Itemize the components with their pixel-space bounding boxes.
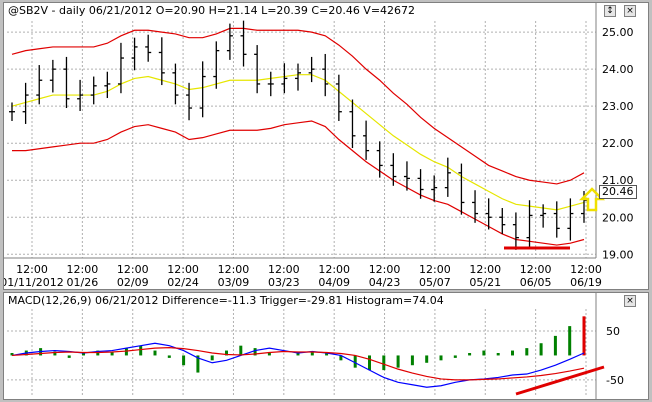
macd-chart: 50 -50 — [7, 293, 624, 399]
histogram-bar — [439, 355, 443, 361]
histogram-bar — [267, 353, 271, 356]
x-tick-time: 12:00 — [67, 263, 99, 276]
x-tick-date: 06/19 — [570, 276, 602, 289]
x-tick-time: 12:00 — [469, 263, 501, 276]
x-tick-date: 04/23 — [369, 276, 401, 289]
y-tick-label: 25.00 — [602, 26, 634, 39]
x-tick-date: 02/24 — [167, 276, 199, 289]
close-icon[interactable]: × — [624, 295, 636, 307]
histogram-bar — [353, 355, 357, 368]
trigger-line — [11, 347, 585, 381]
histogram-bar — [539, 343, 543, 356]
histogram-bar — [525, 348, 529, 356]
close-icon[interactable]: × — [624, 5, 636, 17]
histogram-bar — [582, 316, 586, 356]
x-tick-date: 05/21 — [469, 276, 501, 289]
x-tick-date: 01/11/2012 — [4, 276, 64, 289]
histogram-bar — [182, 355, 186, 366]
x-tick-time: 12:00 — [318, 263, 350, 276]
x-tick-date: 02/09 — [117, 276, 149, 289]
x-tick-date: 03/23 — [268, 276, 300, 289]
macd-chart-pane[interactable]: 50 -50 MACD(12,26,9) 06/21/2012 Differenc… — [3, 292, 649, 400]
x-tick-time: 12:00 — [520, 263, 552, 276]
y-tick-label: 23.00 — [602, 100, 634, 113]
x-tick-time: 12:00 — [369, 263, 401, 276]
y-tick-label: 19.00 — [602, 248, 634, 261]
y-tick-label: 24.00 — [602, 63, 634, 76]
histogram-bar — [67, 355, 71, 358]
histogram-bar — [553, 335, 557, 356]
upper-band-line — [11, 27, 585, 185]
x-tick-time: 12:00 — [419, 263, 451, 276]
macd-chart-title: MACD(12,26,9) 06/21/2012 Difference=-11.… — [6, 293, 446, 308]
resize-icon[interactable]: ↕ — [604, 5, 616, 17]
histogram-bar — [511, 350, 514, 356]
x-tick-date: 04/09 — [318, 276, 350, 289]
y-tick-label: 50 — [606, 325, 620, 338]
histogram-bar — [425, 355, 429, 363]
price-chart: 25.0024.0023.0022.0021.0020.0019.0012:00… — [4, 3, 634, 289]
histogram-bar — [153, 350, 157, 356]
histogram-bar — [167, 355, 171, 358]
x-tick-time: 12:00 — [117, 263, 149, 276]
histogram-bar — [410, 355, 414, 366]
divergence-annotation-line — [515, 365, 605, 396]
price-chart-pane[interactable]: 25.00 24.00 23.00 22.00 21.00 20.00 19.00 12:00… — [3, 2, 649, 290]
x-tick-time: 12:00 — [218, 263, 250, 276]
x-tick-date: 05/07 — [419, 276, 451, 289]
difference-line — [11, 342, 585, 388]
x-tick-time: 12:00 — [167, 263, 199, 276]
x-tick-date: 06/05 — [520, 276, 552, 289]
histogram-bar — [468, 353, 472, 356]
histogram-bar — [482, 350, 486, 356]
histogram-bar — [210, 355, 214, 361]
y-tick-label: 22.00 — [602, 137, 634, 150]
histogram-bar — [239, 345, 243, 356]
histogram-bar — [124, 348, 128, 356]
last-price-badge: 20.46 — [599, 185, 637, 199]
x-tick-time: 12:00 — [16, 263, 48, 276]
x-tick-time: 12:00 — [268, 263, 300, 276]
y-tick-label: 20.00 — [602, 211, 634, 224]
histogram-bar — [453, 355, 457, 358]
x-tick-date: 01/26 — [67, 276, 99, 289]
price-chart-title: @SB2V - daily 06/21/2012 O=20.90 H=21.14… — [6, 3, 418, 18]
x-tick-date: 03/09 — [218, 276, 250, 289]
histogram-bar — [139, 345, 143, 356]
lower-band-line — [12, 120, 585, 246]
histogram-bar — [496, 353, 500, 356]
histogram-bar — [568, 326, 572, 356]
histogram-bar — [396, 355, 400, 368]
histogram-bar — [368, 355, 371, 371]
y-tick-label: -50 — [606, 374, 624, 387]
histogram-bar — [382, 355, 386, 371]
x-tick-time: 12:00 — [570, 263, 602, 276]
